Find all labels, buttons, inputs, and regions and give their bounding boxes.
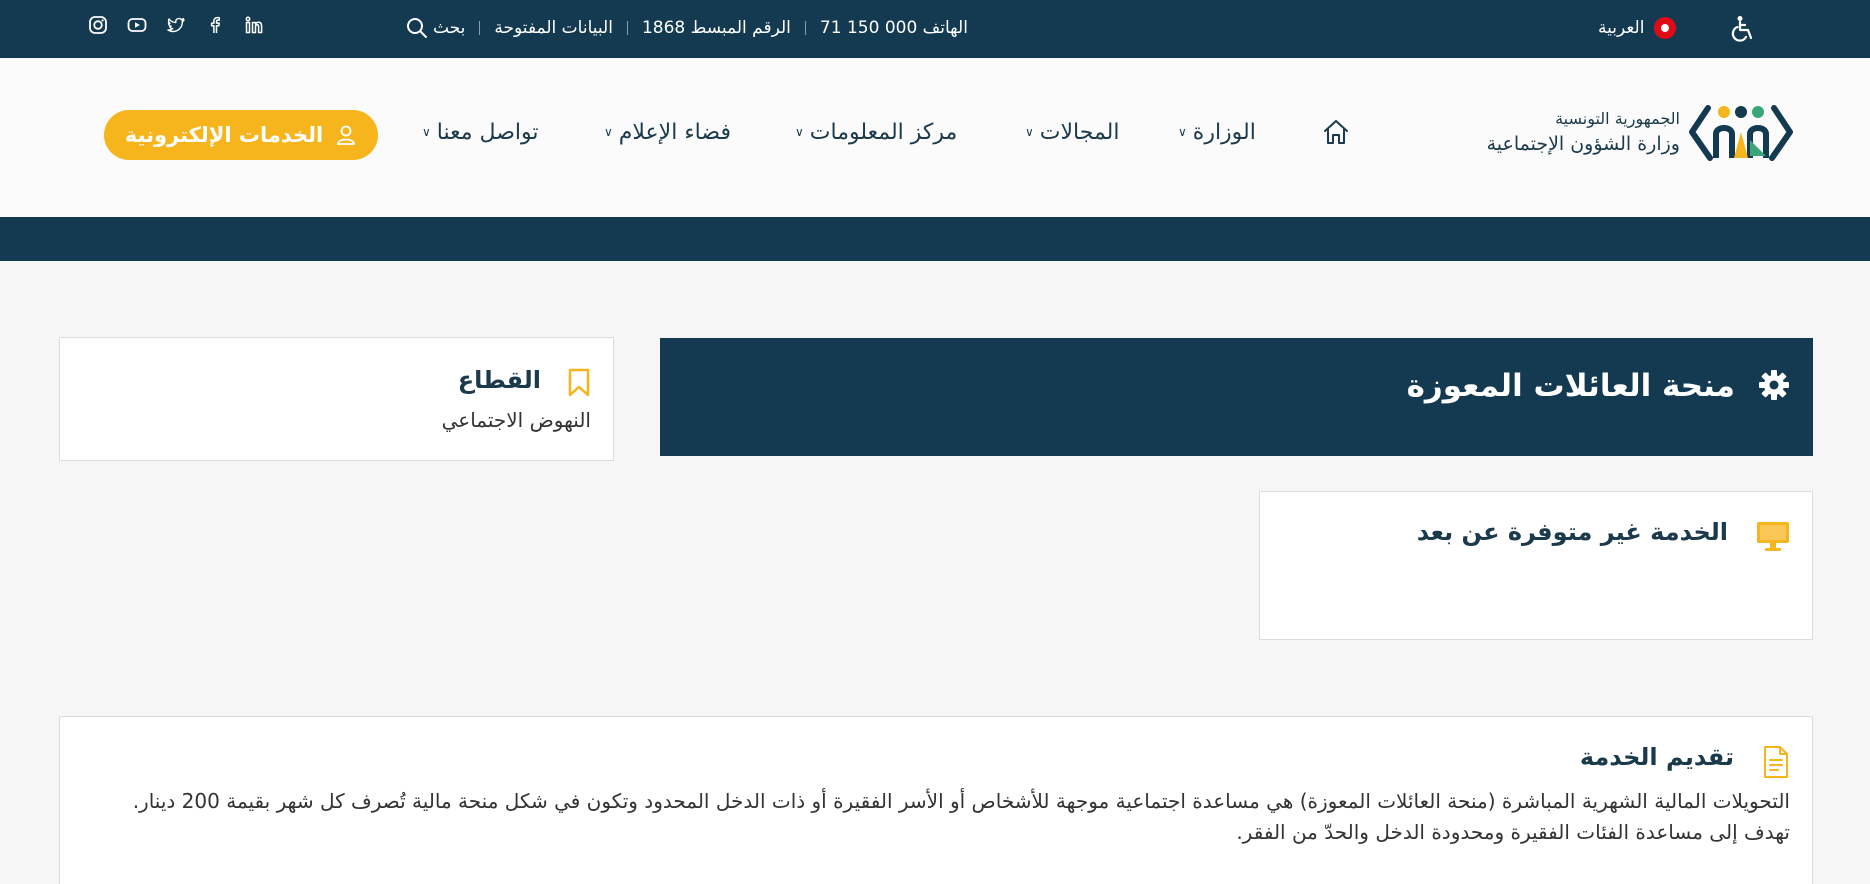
nav-info-center-label: مركز المعلومات (809, 120, 958, 145)
chevron-down-icon: ∨ (795, 124, 804, 139)
presentation-title: تقديم الخدمة (1579, 743, 1734, 771)
youtube-icon[interactable] (127, 15, 147, 35)
green-number-link[interactable]: الرقم المبسط 1868 (642, 18, 791, 38)
chevron-down-icon: ∨ (1178, 124, 1187, 139)
social-links (88, 15, 264, 35)
page-banner (0, 217, 1870, 261)
search-label: بحث (433, 18, 466, 38)
nav-info-center[interactable]: مركز المعلومات ∨ (795, 120, 957, 145)
presentation-card: تقديم الخدمة التحويلات المالية الشهرية ا… (59, 716, 1813, 884)
nav-media[interactable]: فضاء الإعلام ∨ (604, 120, 731, 145)
chevron-down-icon: ∨ (422, 124, 431, 139)
nav-contact[interactable]: تواصل معنا ∨ (422, 120, 538, 145)
divider (479, 21, 481, 35)
page-title: منحة العائلات المعوزة (1406, 368, 1735, 404)
search-button[interactable]: بحث (405, 16, 465, 40)
presentation-paragraph: التحويلات المالية الشهرية المباشرة (منحة… (132, 789, 1790, 813)
accessibility-icon[interactable] (1728, 14, 1758, 44)
ministry-name[interactable]: الجمهورية التونسية وزارة الشؤون الإجتماع… (1487, 109, 1680, 155)
nav-ministry[interactable]: الوزارة ∨ (1178, 120, 1256, 145)
availability-card: الخدمة غير متوفرة عن بعد (1259, 491, 1813, 640)
nav-domains-label: المجالات (1039, 120, 1120, 145)
top-links: الهاتف 000 150 71 الرقم المبسط 1868 البي… (405, 16, 968, 40)
home-icon[interactable] (1321, 117, 1351, 147)
nav-contact-label: تواصل معنا (436, 120, 539, 145)
gear-icon (1759, 370, 1789, 400)
search-icon (407, 18, 427, 38)
availability-status: الخدمة غير متوفرة عن بعد (1416, 518, 1728, 546)
twitter-icon[interactable] (166, 15, 186, 35)
sector-value: النهوض الاجتماعي (441, 408, 591, 432)
republic-label: الجمهورية التونسية (1555, 109, 1680, 128)
user-icon (337, 125, 356, 145)
sector-title: القطاع (457, 366, 541, 394)
phone-link[interactable]: الهاتف 000 150 71 (820, 18, 968, 38)
eservices-label: الخدمات الإلكترونية (124, 123, 324, 147)
bookmark-icon (568, 368, 590, 397)
linkedin-icon[interactable] (244, 15, 264, 35)
service-title-box: منحة العائلات المعوزة (660, 338, 1813, 456)
top-bar: الهاتف 000 150 71 الرقم المبسط 1868 البي… (0, 0, 1870, 58)
divider (626, 21, 628, 35)
document-icon (1764, 746, 1788, 778)
ministry-logo[interactable] (1688, 98, 1794, 170)
eservices-button[interactable]: الخدمات الإلكترونية (104, 110, 378, 160)
language-selector[interactable]: العربية (1598, 17, 1677, 39)
tunisia-flag-icon (1654, 17, 1677, 39)
nav-domains[interactable]: المجالات ∨ (1025, 120, 1120, 145)
facebook-icon[interactable] (205, 15, 225, 35)
monitor-icon (1757, 522, 1789, 551)
nav-media-label: فضاء الإعلام (618, 120, 731, 145)
presentation-text: التحويلات المالية الشهرية المباشرة (منحة… (100, 786, 1790, 848)
nav-ministry-label: الوزارة (1192, 120, 1256, 145)
sector-card: القطاع النهوض الاجتماعي (59, 337, 614, 461)
presentation-paragraph: تهدف إلى مساعدة الفئات الفقيرة ومحدودة ا… (1236, 820, 1790, 844)
instagram-icon[interactable] (88, 15, 108, 35)
ministry-label: وزارة الشؤون الإجتماعية (1486, 133, 1680, 155)
divider (804, 21, 806, 35)
language-label: العربية (1598, 18, 1645, 38)
open-data-link[interactable]: البيانات المفتوحة (494, 18, 613, 38)
chevron-down-icon: ∨ (1025, 124, 1034, 139)
chevron-down-icon: ∨ (604, 124, 613, 139)
